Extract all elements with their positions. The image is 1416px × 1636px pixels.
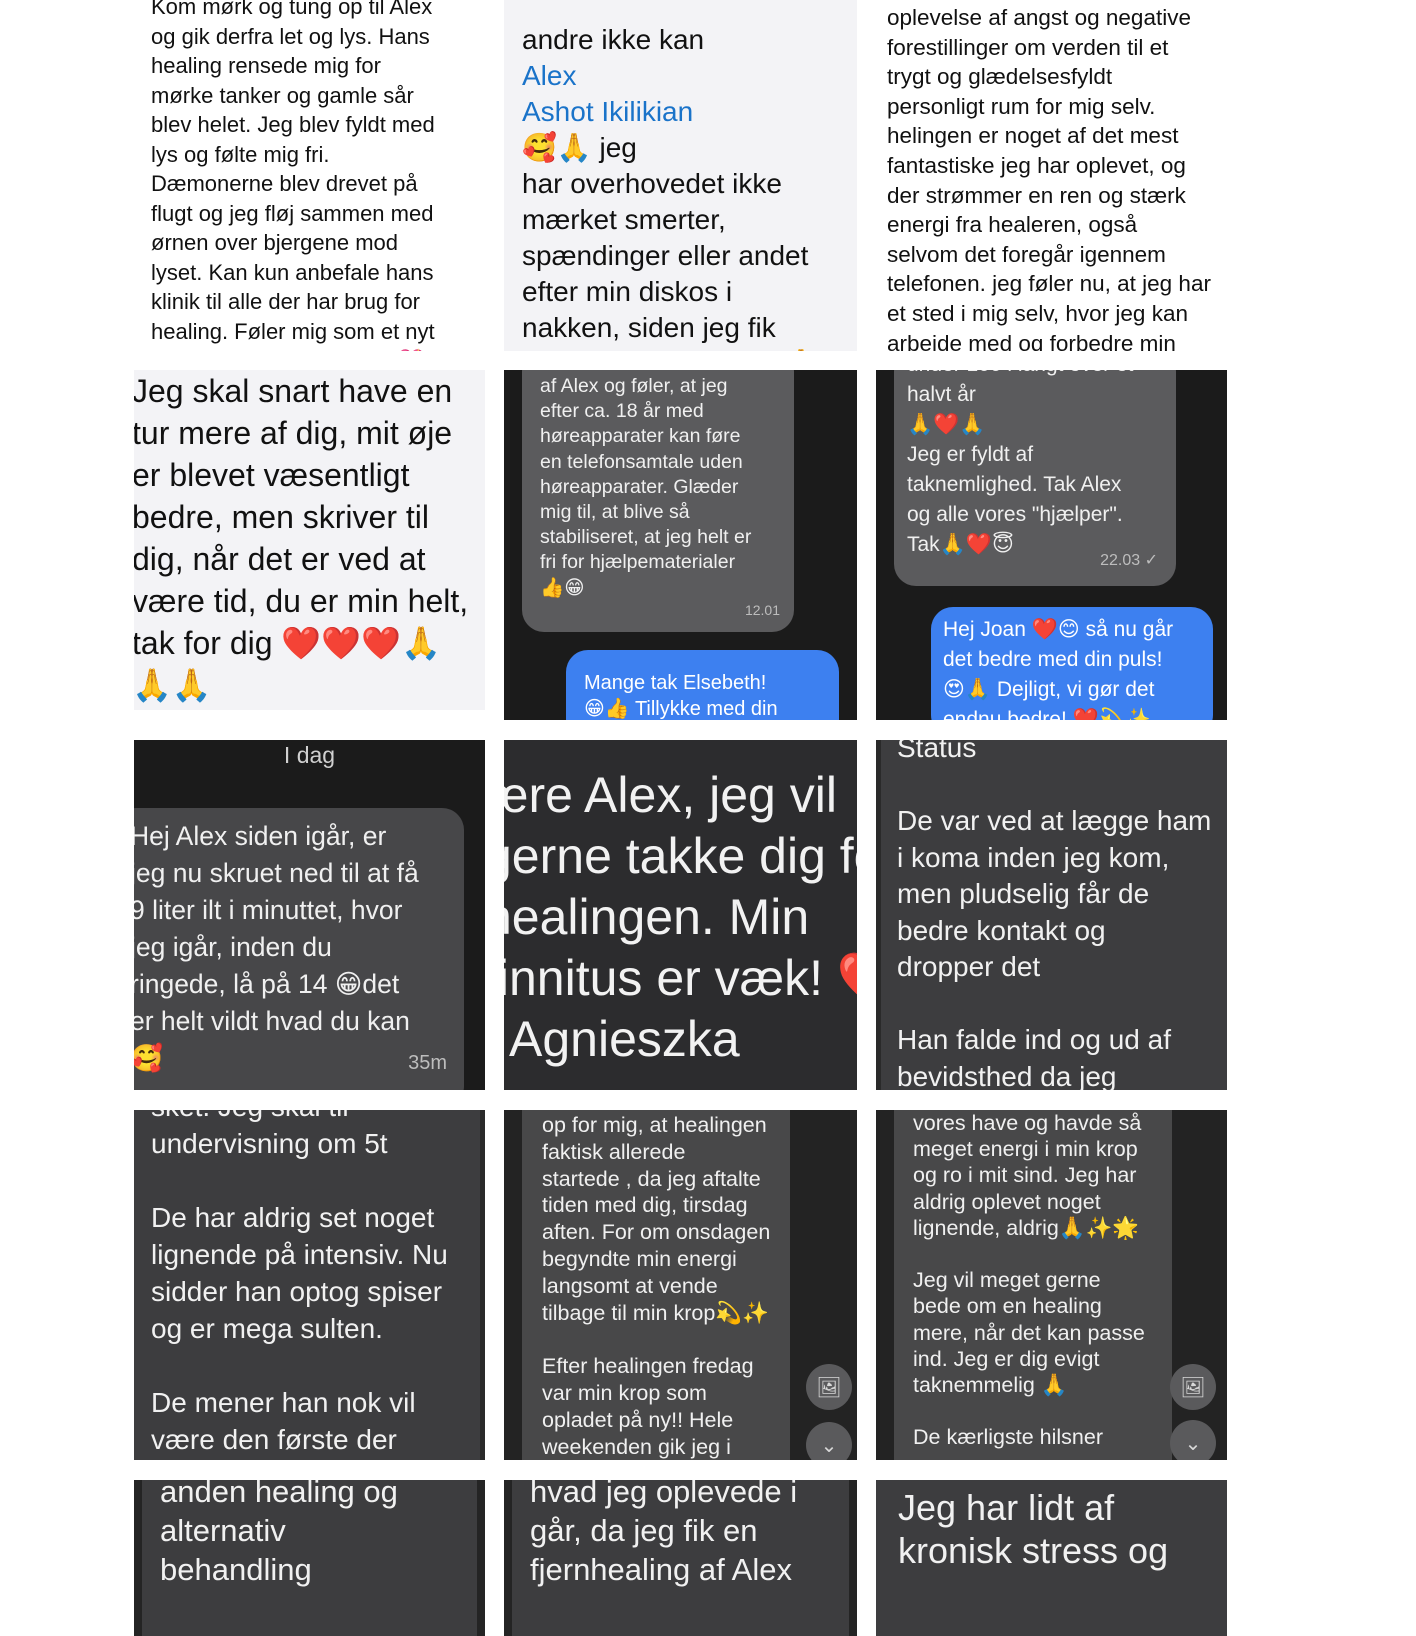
reply-bubble: Mange tak Elsebeth! 😁👍 Tillykke med din	[566, 650, 839, 720]
chevron-down-icon[interactable]: ⌄	[1170, 1420, 1216, 1460]
chat-tile-9: Status De var ved at lægge ham i koma in…	[876, 740, 1227, 1090]
reply-text: Mange tak Elsebeth! 😁👍 Tillykke med din	[584, 672, 778, 720]
message-text: op for mig, at healingen faktisk allered…	[542, 1113, 771, 1459]
review-prefix: andre ikke kan	[522, 24, 705, 55]
message-text: ære Alex, jeg vil gerne takke dig for he…	[504, 767, 857, 1067]
chat-tile-8: ære Alex, jeg vil gerne takke dig for he…	[504, 740, 857, 1090]
review-text: Kom mørk og tung op til Alex og gik derf…	[151, 0, 435, 351]
message-text: Status De var ved at lægge ham i koma in…	[897, 740, 1212, 1090]
review-body: 🥰🙏 jeg har overhovedet ikke mærket smert…	[522, 132, 818, 351]
message-text: sket. Jeg skal til undervisning om 5t De…	[151, 1110, 448, 1455]
message-bubble: af Alex og føler, at jeg efter ca. 18 år…	[522, 370, 794, 632]
mention-link[interactable]: Alex Ashot Ikilikian	[522, 60, 693, 127]
reply-bubble: Hej Joan ❤️😊 så nu går det bedre med din…	[931, 607, 1213, 720]
message-time: 22.03 ✓	[1100, 552, 1158, 569]
chat-tile-12: vores have og havde så meget energi i mi…	[876, 1110, 1227, 1460]
image-icon[interactable]: 🖼	[1170, 1364, 1216, 1410]
day-separator: I dag	[283, 742, 336, 768]
review-text: Jeg skal snart have en tur mere af dig, …	[134, 373, 469, 703]
chat-tile-15: Jeg har lidt af kronisk stress og	[876, 1480, 1227, 1636]
message-bubble: Hej Alex siden igår, er jeg nu skruet ne…	[134, 808, 464, 1090]
chat-tile-5: af Alex og føler, at jeg efter ca. 18 år…	[504, 370, 857, 720]
review-text: andre ikke kan Alex Ashot Ikilikian 🥰🙏 j…	[522, 0, 854, 351]
review-tile-2: andre ikke kan Alex Ashot Ikilikian 🥰🙏 j…	[504, 0, 857, 351]
chat-tile-10: sket. Jeg skal til undervisning om 5t De…	[134, 1110, 485, 1460]
message-bubble: vores have og havde så meget energi i mi…	[894, 1110, 1172, 1460]
bubble-edge	[876, 740, 881, 1090]
message-bubble: op for mig, at healingen faktisk allered…	[522, 1110, 790, 1460]
chat-tile-7: I dag Hej Alex siden igår, er jeg nu skr…	[134, 740, 485, 1090]
review-tile-4: Jeg skal snart have en tur mere af dig, …	[134, 370, 485, 710]
bubble-edge	[134, 1480, 142, 1636]
chat-tile-11: op for mig, at healingen faktisk allered…	[504, 1110, 857, 1460]
image-icon[interactable]: 🖼	[806, 1364, 852, 1410]
message-text: under 100 i langt over et halvt år 🙏❤️🙏 …	[907, 370, 1134, 556]
message-text: Hej Alex siden igår, er jeg nu skruet ne…	[134, 821, 419, 1073]
message-text: vores have og havde så meget energi i mi…	[913, 1111, 1145, 1450]
review-tile-3: oplevelse af angst og negative forestill…	[876, 0, 1227, 351]
message-time: 35m	[408, 1052, 447, 1074]
message-text: Jeg har lidt af kronisk stress og	[898, 1487, 1169, 1571]
message-time: 12.01	[744, 602, 780, 618]
chat-tile-14: hvad jeg oplevede i går, da jeg fik en f…	[504, 1480, 857, 1636]
message-text: anden healing og alternativ behandling	[160, 1480, 398, 1587]
chevron-down-icon[interactable]: ⌄	[806, 1422, 852, 1460]
chat-tile-6: under 100 i langt over et halvt år 🙏❤️🙏 …	[876, 370, 1227, 720]
review-text: oplevelse af angst og negative forestill…	[887, 5, 1211, 351]
review-tile-1: Kom mørk og tung op til Alex og gik derf…	[134, 0, 485, 351]
reply-text: Hej Joan ❤️😊 så nu går det bedre med din…	[943, 618, 1174, 720]
message-text: af Alex og føler, at jeg efter ca. 18 år…	[540, 375, 752, 599]
bubble-edge	[504, 1480, 512, 1636]
chat-tile-13: anden healing og alternativ behandling	[134, 1480, 485, 1636]
message-bubble: under 100 i langt over et halvt år 🙏❤️🙏 …	[894, 370, 1176, 586]
message-text: hvad jeg oplevede i går, da jeg fik en f…	[530, 1480, 798, 1587]
